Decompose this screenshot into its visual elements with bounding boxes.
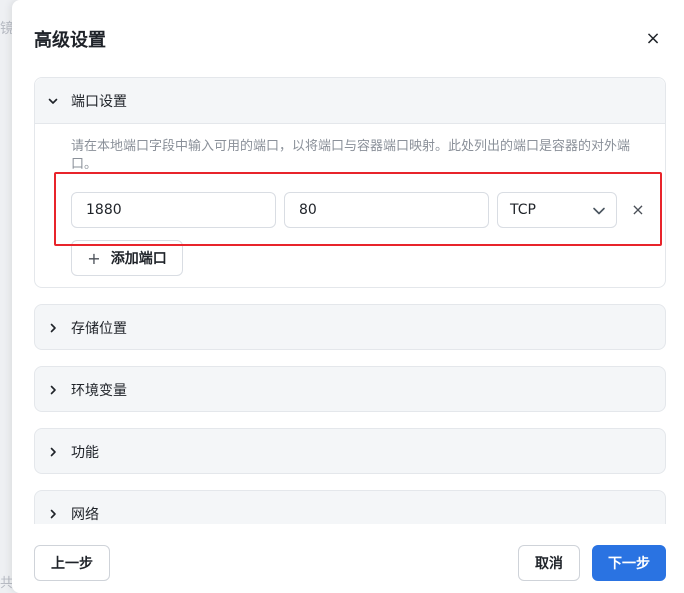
- section-storage-location[interactable]: 存储位置: [34, 304, 666, 350]
- section-header-environment-variables[interactable]: 环境变量: [35, 367, 665, 413]
- section-port-settings: 端口设置 请在本地端口字段中输入可用的端口，以将端口与容器端口映射。此处列出的端…: [34, 77, 666, 288]
- cancel-button[interactable]: 取消: [518, 545, 580, 581]
- chevron-right-icon: [47, 384, 59, 396]
- port-settings-body: 请在本地端口字段中输入可用的端口，以将端口与容器端口映射。此处列出的端口是容器的…: [35, 124, 665, 286]
- remove-port-button[interactable]: ×: [627, 192, 649, 228]
- section-label: 端口设置: [71, 93, 127, 110]
- chevron-right-icon: [47, 322, 59, 334]
- dialog-title: 高级设置: [34, 30, 106, 51]
- protocol-value: TCP: [510, 202, 536, 218]
- plus-icon: +: [87, 248, 101, 268]
- section-network[interactable]: 网络: [34, 490, 666, 524]
- section-label: 环境变量: [71, 383, 127, 399]
- section-environment-variables[interactable]: 环境变量: [34, 366, 666, 412]
- section-functions[interactable]: 功能: [34, 428, 666, 474]
- add-port-button[interactable]: + 添加端口: [71, 240, 183, 276]
- chevron-right-icon: [47, 508, 59, 520]
- chevron-right-icon: [47, 446, 59, 458]
- container-port-input[interactable]: [284, 192, 489, 228]
- section-label: 功能: [71, 445, 99, 461]
- previous-step-button[interactable]: 上一步: [34, 545, 110, 581]
- section-header-storage-location[interactable]: 存储位置: [35, 305, 665, 351]
- section-header-network[interactable]: 网络: [35, 491, 665, 524]
- advanced-settings-dialog: 高级设置 × 端口设置 请在本地端口字段中输入可用的端口，以将端口与容器端口映射…: [12, 0, 684, 593]
- protocol-select[interactable]: TCP: [497, 192, 617, 228]
- section-header-functions[interactable]: 功能: [35, 429, 665, 475]
- section-header-port-settings[interactable]: 端口设置: [35, 78, 665, 124]
- backdrop-content: 共: [0, 576, 12, 591]
- section-label: 网络: [71, 507, 99, 523]
- section-label: 存储位置: [71, 321, 127, 337]
- backdrop-content: 镜: [0, 21, 12, 37]
- local-port-input[interactable]: [71, 192, 276, 228]
- add-port-label: 添加端口: [110, 251, 167, 267]
- chevron-down-icon: [592, 205, 606, 217]
- port-mapping-row: TCP ×: [71, 192, 661, 228]
- close-button[interactable]: ×: [642, 28, 664, 50]
- port-hint-text: 请在本地端口字段中输入可用的端口，以将端口与容器端口映射。此处列出的端口是容器的…: [71, 139, 631, 172]
- next-step-button[interactable]: 下一步: [592, 545, 666, 581]
- chevron-down-icon: [47, 95, 59, 107]
